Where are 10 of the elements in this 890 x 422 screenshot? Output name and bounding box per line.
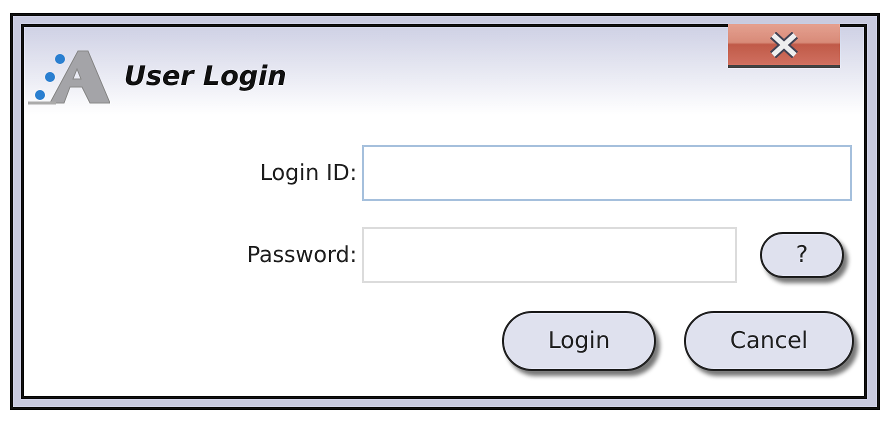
close-icon <box>768 32 800 58</box>
login-button[interactable]: Login <box>502 311 656 371</box>
close-button[interactable] <box>728 24 840 68</box>
input-field[interactable] <box>362 227 737 283</box>
window-title: User Login <box>124 60 287 92</box>
cancel-button[interactable]: Cancel <box>684 311 854 371</box>
input-field[interactable] <box>362 145 852 201</box>
help-button[interactable]: ? <box>760 232 844 278</box>
field-label: Password: <box>246 242 358 268</box>
field-label: Login ID: <box>260 160 358 186</box>
